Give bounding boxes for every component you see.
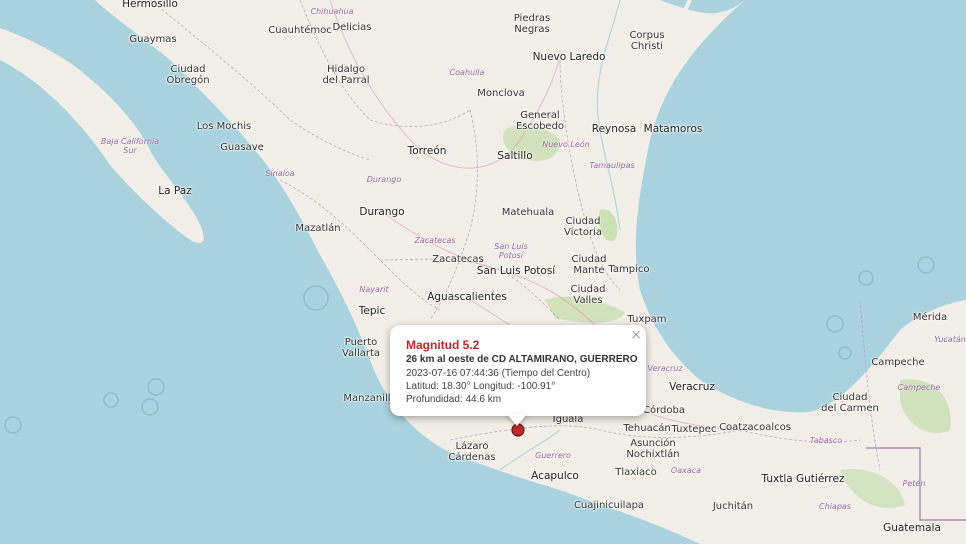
city-label-puerto-vallarta: Puerto Vallarta [341, 337, 381, 359]
city-label-merida: Mérida [912, 312, 948, 323]
region-label-nuevo-leon: Nuevo León [542, 140, 590, 149]
city-label-matehuala: Matehuala [501, 207, 555, 218]
city-label-cuajinicuilapa: Cuajinicuilapa [573, 500, 645, 511]
city-label-general-escobedo: General Escobedo [515, 110, 565, 132]
city-label-zacatecas: Zacatecas [432, 254, 484, 265]
city-label-ciudad-del-carmen: Ciudad del Carmen [821, 392, 879, 414]
city-label-ciudad-victoria: Ciudad Victoria [564, 216, 602, 238]
city-label-la-paz: La Paz [158, 184, 192, 197]
popup-depth: Profundidad: 44.6 km [406, 394, 502, 405]
region-label-yucatan: Yucatán [934, 335, 966, 344]
city-label-piedras-negras: Piedras Negras [513, 13, 551, 35]
city-label-ciudad-mante: Ciudad Mante [571, 254, 607, 276]
city-label-reynosa: Reynosa [591, 122, 637, 135]
city-label-guatemala: Guatemala [883, 521, 941, 534]
region-label-chihuahua: Chihuahua [310, 7, 354, 16]
region-label-zacatecas: Zacatecas [414, 236, 456, 245]
region-label-campeche: Campeche [897, 383, 941, 392]
region-label-san-luis-potosi: San Luis Potosí [494, 242, 528, 260]
city-label-cordoba: Córdoba [643, 405, 685, 416]
city-label-corpus-christi: Corpus Christi [629, 30, 665, 52]
city-label-matamoros: Matamoros [643, 122, 703, 135]
city-label-los-mochis: Los Mochis [196, 121, 252, 132]
region-label-veracruz: Veracruz [647, 364, 683, 373]
city-label-hermosillo: Hermosillo [122, 0, 178, 10]
city-label-lazaro-cardenas: Lázaro Cárdenas [448, 441, 496, 463]
city-label-durango: Durango [359, 205, 405, 218]
city-label-guaymas: Guaymas [129, 34, 177, 45]
city-label-ciudad-valles: Ciudad Valles [570, 284, 606, 306]
city-label-campeche: Campeche [871, 357, 925, 368]
city-label-nuevo-laredo: Nuevo Laredo [532, 50, 606, 63]
city-label-juchitan: Juchitán [712, 501, 754, 512]
region-label-coahuila: Coahuila [449, 68, 485, 77]
city-label-tehuacan: Tehuacán [623, 423, 671, 434]
city-label-cuauhtemoc: Cuauhtémoc [268, 25, 332, 36]
region-label-tamaulipas: Tamaulipas [589, 161, 635, 170]
city-label-iguala: Iguala [552, 414, 584, 425]
earthquake-popup: × Magnitud 5.2 26 km al oeste de CD ALTA… [390, 325, 646, 416]
city-label-monclova: Monclova [477, 88, 525, 99]
city-label-veracruz: Veracruz [669, 380, 715, 393]
city-label-aguascalientes: Aguascalientes [427, 290, 507, 303]
region-label-durango: Durango [366, 175, 402, 184]
city-label-acapulco: Acapulco [531, 469, 579, 482]
city-label-ciudad-obregon: Ciudad Obregón [166, 64, 210, 86]
region-label-peten: Petén [902, 479, 926, 488]
city-label-san-luis-potosi: San Luis Potosí [476, 264, 556, 277]
city-label-guasave: Guasave [220, 142, 264, 153]
city-label-tlaxiaco: Tlaxiaco [615, 467, 657, 478]
popup-datetime: 2023-07-16 07:44:36 (Tiempo del Centro) [406, 368, 591, 379]
popup-coordinates: Latitud: 18.30° Longitud: -100.91° [406, 381, 556, 392]
city-label-tuxpam: Tuxpam [627, 314, 667, 325]
city-label-saltillo: Saltillo [497, 149, 533, 162]
popup-location: 26 km al oeste de CD ALTAMIRANO, GUERRER… [406, 354, 638, 365]
region-label-nayarit: Nayarit [359, 285, 389, 294]
city-label-asuncion-nochixtlan: Asunción Nochixtlán [626, 438, 680, 460]
region-label-guerrero: Guerrero [535, 451, 571, 460]
city-label-manzanillo: Manzanillo [343, 393, 397, 404]
region-label-chiapas: Chiapas [819, 502, 851, 511]
popup-tip [507, 414, 527, 426]
city-label-torreon: Torreón [407, 144, 447, 157]
city-label-hidalgo-parral: Hidalgo del Parral [322, 64, 370, 86]
city-label-tampico: Tampico [608, 264, 650, 275]
city-label-delicias: Delicias [332, 22, 372, 33]
region-label-tabasco: Tabasco [809, 436, 843, 445]
city-label-tepic: Tepic [358, 304, 386, 317]
region-label-sinaloa: Sinaloa [265, 169, 295, 178]
close-icon[interactable]: × [630, 327, 642, 343]
city-label-tuxtla-gutierrez: Tuxtla Gutiérrez [761, 472, 845, 485]
city-label-mazatlan: Mazatlán [295, 223, 341, 234]
popup-title: Magnitud 5.2 [406, 338, 480, 352]
region-label-baja-california-sur: Baja California Sur [100, 137, 160, 155]
region-label-oaxaca: Oaxaca [670, 466, 702, 475]
city-label-coatzacoalcos: Coatzacoalcos [719, 422, 791, 433]
city-label-tuxtepec: Tuxtepec [671, 424, 717, 435]
